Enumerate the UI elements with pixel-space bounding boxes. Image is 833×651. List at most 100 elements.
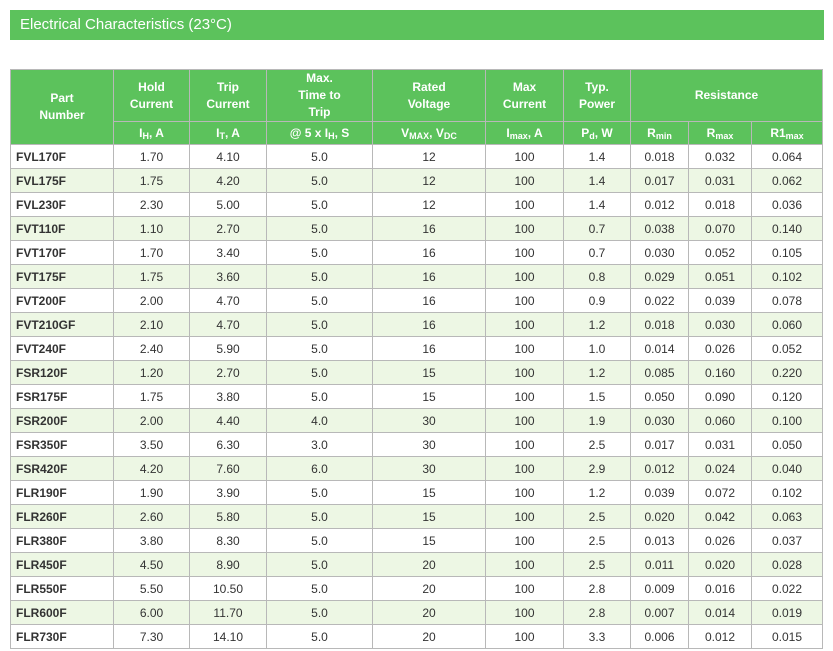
cell-rmin: 0.007 [630, 600, 689, 625]
cell-max-current: 100 [485, 288, 564, 313]
cell-max-time-to-trip: 5.0 [266, 480, 373, 505]
cell-rated-voltage: 30 [372, 456, 486, 481]
table-row: FVL170F 1.70 4.10 5.0 12 100 1.4 0.018 0.032 0.06… [10, 144, 824, 169]
table-row: FLR450F 4.50 8.90 5.0 20 100 2.5 0.011 0.020 0.02… [10, 552, 824, 577]
cell-hold-current: 2.60 [113, 504, 190, 529]
unit-rmin: Rmin [630, 121, 689, 145]
cell-r1max: 0.015 [750, 624, 824, 649]
cell-max-current: 100 [485, 312, 564, 337]
cell-part-number: FSR420F [10, 456, 114, 481]
cell-rated-voltage: 16 [372, 240, 486, 265]
cell-rated-voltage: 15 [372, 384, 486, 409]
cell-typ-power: 1.2 [563, 480, 631, 505]
cell-trip-current: 3.40 [189, 240, 267, 265]
cell-trip-current: 4.70 [189, 288, 267, 313]
cell-rmin: 0.013 [630, 528, 689, 553]
table-row: FLR260F 2.60 5.80 5.0 15 100 2.5 0.020 0.042 0.06… [10, 504, 824, 529]
cell-part-number: FVL170F [10, 144, 114, 169]
cell-max-current: 100 [485, 216, 564, 241]
cell-typ-power: 0.8 [563, 264, 631, 289]
cell-hold-current: 1.90 [113, 480, 190, 505]
cell-max-time-to-trip: 5.0 [266, 216, 373, 241]
cell-rmax: 0.016 [688, 576, 752, 601]
unit-hold-current: IH, A [113, 121, 190, 145]
cell-rmax: 0.051 [688, 264, 752, 289]
cell-rated-voltage: 20 [372, 600, 486, 625]
cell-max-time-to-trip: 5.0 [266, 384, 373, 409]
cell-r1max: 0.022 [750, 576, 824, 601]
cell-rated-voltage: 16 [372, 312, 486, 337]
cell-hold-current: 2.40 [113, 336, 190, 361]
table-row: FVT170F 1.70 3.40 5.0 16 100 0.7 0.030 0.052 0.10… [10, 240, 824, 265]
cell-hold-current: 1.20 [113, 360, 190, 385]
cell-rmax: 0.052 [688, 240, 752, 265]
cell-hold-current: 4.50 [113, 552, 190, 577]
cell-typ-power: 2.8 [563, 600, 631, 625]
cell-rmin: 0.014 [630, 336, 689, 361]
table-row: FLR600F 6.00 11.70 5.0 20 100 2.8 0.007 0.014 0.0… [10, 600, 824, 625]
cell-rmin: 0.022 [630, 288, 689, 313]
cell-rmax: 0.026 [688, 528, 752, 553]
cell-rmax: 0.042 [688, 504, 752, 529]
electrical-characteristics-table: Part Number Hold Current Trip Current Ma… [10, 69, 824, 649]
cell-typ-power: 1.4 [563, 144, 631, 169]
cell-typ-power: 1.9 [563, 408, 631, 433]
cell-rated-voltage: 16 [372, 216, 486, 241]
cell-rmin: 0.012 [630, 192, 689, 217]
cell-trip-current: 4.20 [189, 168, 267, 193]
table-row: FVT200F 2.00 4.70 5.0 16 100 0.9 0.022 0.039 0.07… [10, 288, 824, 313]
cell-hold-current: 1.75 [113, 264, 190, 289]
cell-rmin: 0.030 [630, 240, 689, 265]
cell-part-number: FVT110F [10, 216, 114, 241]
header-trip-current: Trip Current [189, 69, 267, 122]
cell-rated-voltage: 12 [372, 168, 486, 193]
cell-max-time-to-trip: 3.0 [266, 432, 373, 457]
cell-trip-current: 10.50 [189, 576, 267, 601]
header-max-time-to-trip: Max. Time to Trip [266, 69, 373, 122]
cell-rmax: 0.160 [688, 360, 752, 385]
cell-max-current: 100 [485, 504, 564, 529]
cell-typ-power: 1.2 [563, 360, 631, 385]
cell-hold-current: 2.30 [113, 192, 190, 217]
unit-rmax: Rmax [688, 121, 752, 145]
cell-part-number: FLR450F [10, 552, 114, 577]
header-typ-power: Typ. Power [563, 69, 631, 122]
cell-max-time-to-trip: 5.0 [266, 168, 373, 193]
cell-rmax: 0.030 [688, 312, 752, 337]
cell-trip-current: 4.40 [189, 408, 267, 433]
unit-trip-current: IT, A [189, 121, 267, 145]
cell-rmin: 0.018 [630, 144, 689, 169]
header-hold-current: Hold Current [113, 69, 190, 122]
cell-part-number: FSR120F [10, 360, 114, 385]
cell-trip-current: 2.70 [189, 360, 267, 385]
table-row: FVT240F 2.40 5.90 5.0 16 100 1.0 0.014 0.026 0.05… [10, 336, 824, 361]
cell-max-current: 100 [485, 240, 564, 265]
cell-r1max: 0.102 [750, 480, 824, 505]
cell-trip-current: 8.30 [189, 528, 267, 553]
table-row: FVL230F 2.30 5.00 5.0 12 100 1.4 0.012 0.018 0.03… [10, 192, 824, 217]
cell-max-current: 100 [485, 264, 564, 289]
cell-trip-current: 6.30 [189, 432, 267, 457]
cell-rmin: 0.085 [630, 360, 689, 385]
cell-rated-voltage: 16 [372, 336, 486, 361]
cell-max-time-to-trip: 5.0 [266, 144, 373, 169]
cell-hold-current: 6.00 [113, 600, 190, 625]
cell-rated-voltage: 20 [372, 552, 486, 577]
header-part-number: Part Number [10, 69, 114, 145]
cell-typ-power: 2.5 [563, 552, 631, 577]
cell-r1max: 0.040 [750, 456, 824, 481]
cell-rmax: 0.070 [688, 216, 752, 241]
cell-trip-current: 7.60 [189, 456, 267, 481]
unit-r1max: R1max [750, 121, 824, 145]
cell-max-time-to-trip: 5.0 [266, 504, 373, 529]
cell-trip-current: 8.90 [189, 552, 267, 577]
table-row: FSR350F 3.50 6.30 3.0 30 100 2.5 0.017 0.031 0.05… [10, 432, 824, 457]
cell-r1max: 0.140 [750, 216, 824, 241]
cell-part-number: FLR730F [10, 624, 114, 649]
cell-r1max: 0.220 [750, 360, 824, 385]
cell-max-time-to-trip: 5.0 [266, 264, 373, 289]
cell-trip-current: 4.70 [189, 312, 267, 337]
cell-typ-power: 2.5 [563, 528, 631, 553]
cell-r1max: 0.064 [750, 144, 824, 169]
table-row: FSR175F 1.75 3.80 5.0 15 100 1.5 0.050 0.090 0.12… [10, 384, 824, 409]
